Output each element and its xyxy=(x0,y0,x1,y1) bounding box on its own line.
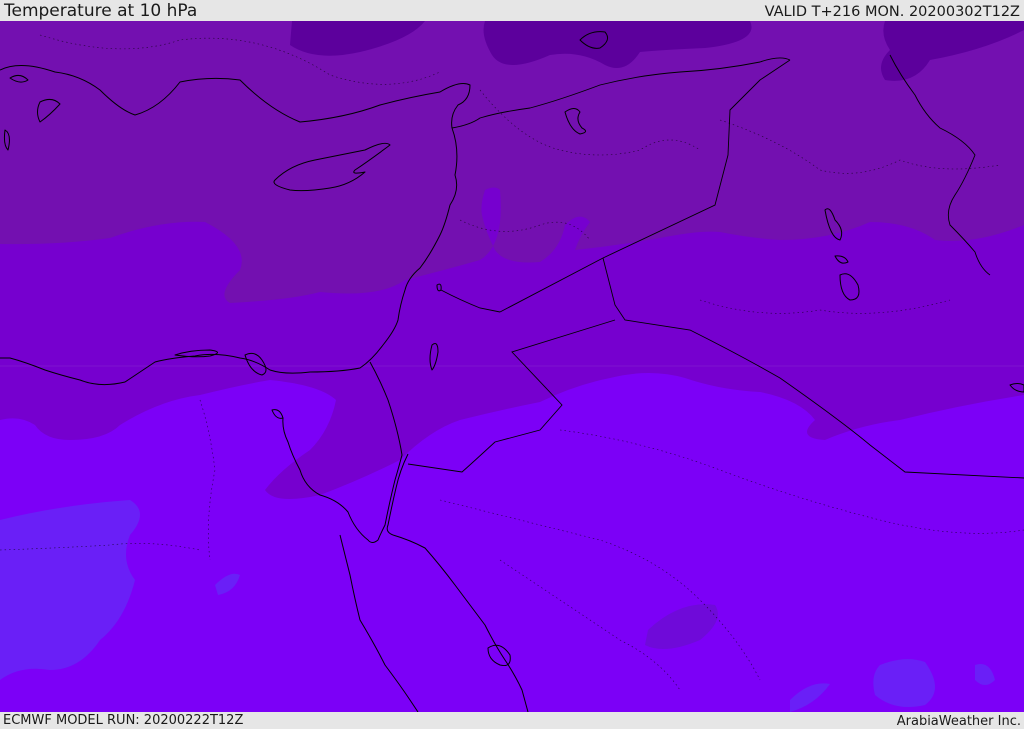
band-blue-2 xyxy=(873,659,935,708)
temperature-map xyxy=(0,21,1024,712)
credit-text: ArabiaWeather Inc. xyxy=(896,714,1021,729)
valid-time: VALID T+216 MON. 20200302T12Z xyxy=(764,4,1020,20)
footer-bar: ECMWF MODEL RUN: 20200222T12Z ArabiaWeat… xyxy=(0,712,1024,729)
title-bar: Temperature at 10 hPa VALID T+216 MON. 2… xyxy=(0,0,1024,21)
map-title: Temperature at 10 hPa xyxy=(4,1,198,21)
model-run: ECMWF MODEL RUN: 20200222T12Z xyxy=(3,713,244,728)
